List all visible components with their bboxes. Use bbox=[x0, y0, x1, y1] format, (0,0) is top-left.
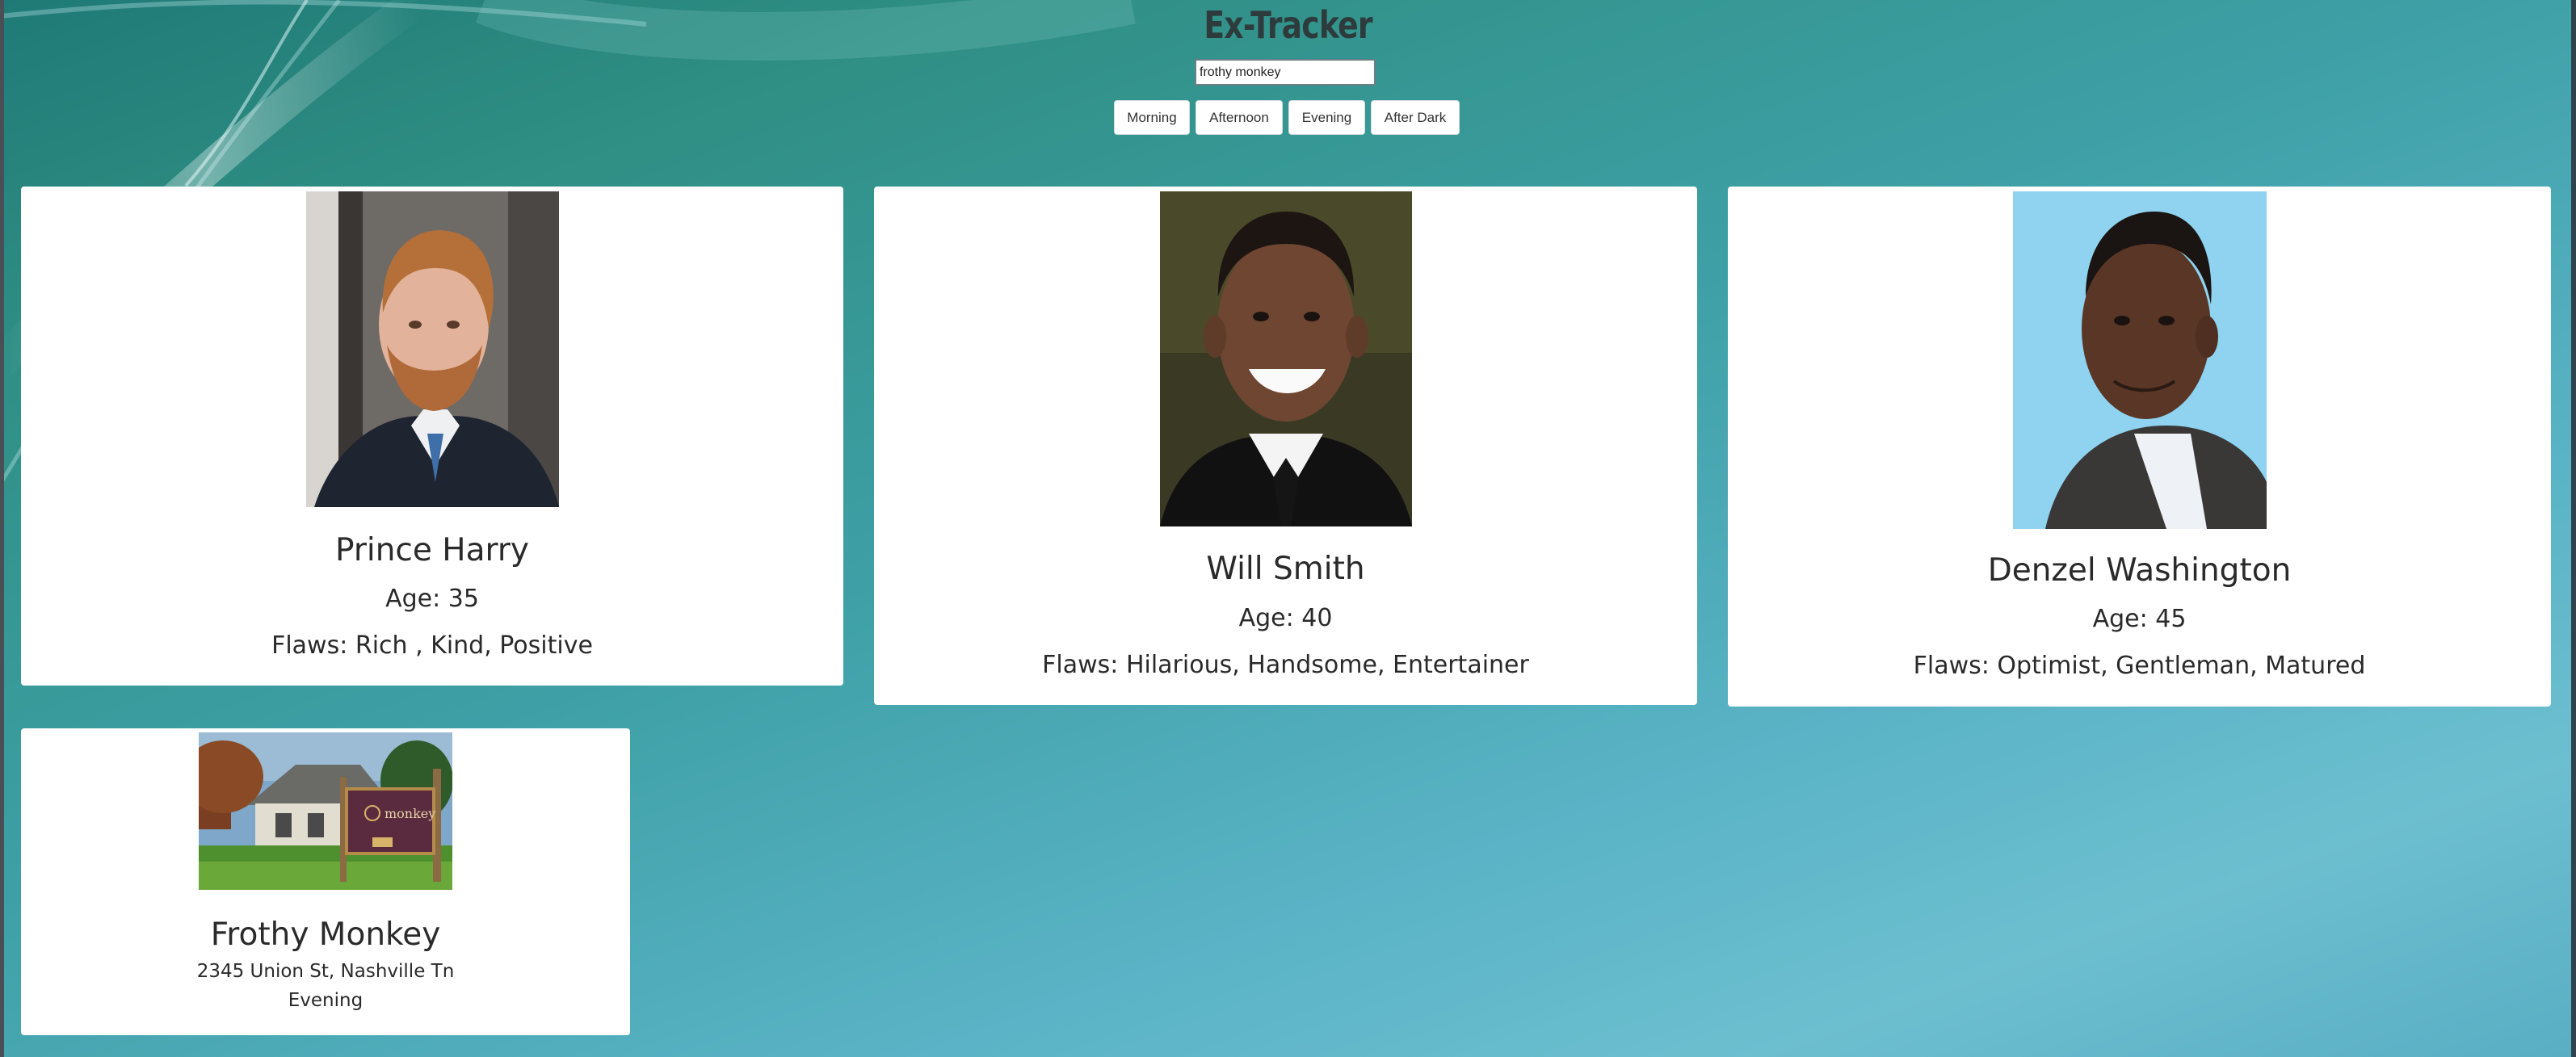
ex-flaws: Flaws: Hilarious, Handsome, Entertainer bbox=[1042, 651, 1529, 679]
app-title: Ex-Tracker bbox=[1204, 3, 1372, 47]
ex-age: Age: 35 bbox=[385, 585, 479, 613]
search-input[interactable]: frothy monkey bbox=[1195, 59, 1376, 86]
place-card: monkey Frothy Monkey 2345 Union St, Nash… bbox=[21, 728, 630, 1035]
ex-photo bbox=[2013, 191, 2267, 529]
time-filter-bar: Morning Afternoon Evening After Dark bbox=[1114, 100, 1460, 135]
place-photo: monkey bbox=[199, 732, 452, 890]
ex-name: Prince Harry bbox=[335, 532, 529, 568]
afternoon-filter-button[interactable]: Afternoon bbox=[1196, 100, 1283, 135]
ex-card: Will Smith Age: 40 Flaws: Hilarious, Han… bbox=[874, 187, 1697, 705]
evening-filter-button[interactable]: Evening bbox=[1288, 100, 1365, 135]
ex-age: Age: 45 bbox=[2092, 605, 2187, 633]
svg-text:monkey: monkey bbox=[385, 806, 435, 821]
ex-name: Denzel Washington bbox=[1987, 552, 2292, 589]
place-time: Evening bbox=[288, 990, 363, 1011]
window-left-edge bbox=[0, 0, 4, 1057]
after-dark-filter-button[interactable]: After Dark bbox=[1371, 100, 1460, 135]
place-name: Frothy Monkey bbox=[210, 916, 441, 953]
ex-age: Age: 40 bbox=[1238, 604, 1333, 632]
ex-flaws: Flaws: Optimist, Gentleman, Matured bbox=[1913, 652, 2366, 680]
morning-filter-button[interactable]: Morning bbox=[1114, 100, 1190, 135]
window-right-edge bbox=[2571, 0, 2576, 1057]
ex-name: Will Smith bbox=[1206, 551, 1365, 587]
ex-card: Prince Harry Age: 35 Flaws: Rich , Kind,… bbox=[21, 187, 843, 686]
place-address: 2345 Union St, Nashville Tn bbox=[196, 961, 455, 982]
ex-photo bbox=[306, 191, 559, 507]
ex-card: Denzel Washington Age: 45 Flaws: Optimis… bbox=[1728, 187, 2551, 707]
ex-photo bbox=[1160, 191, 1412, 526]
ex-flaws: Flaws: Rich , Kind, Positive bbox=[271, 631, 593, 660]
